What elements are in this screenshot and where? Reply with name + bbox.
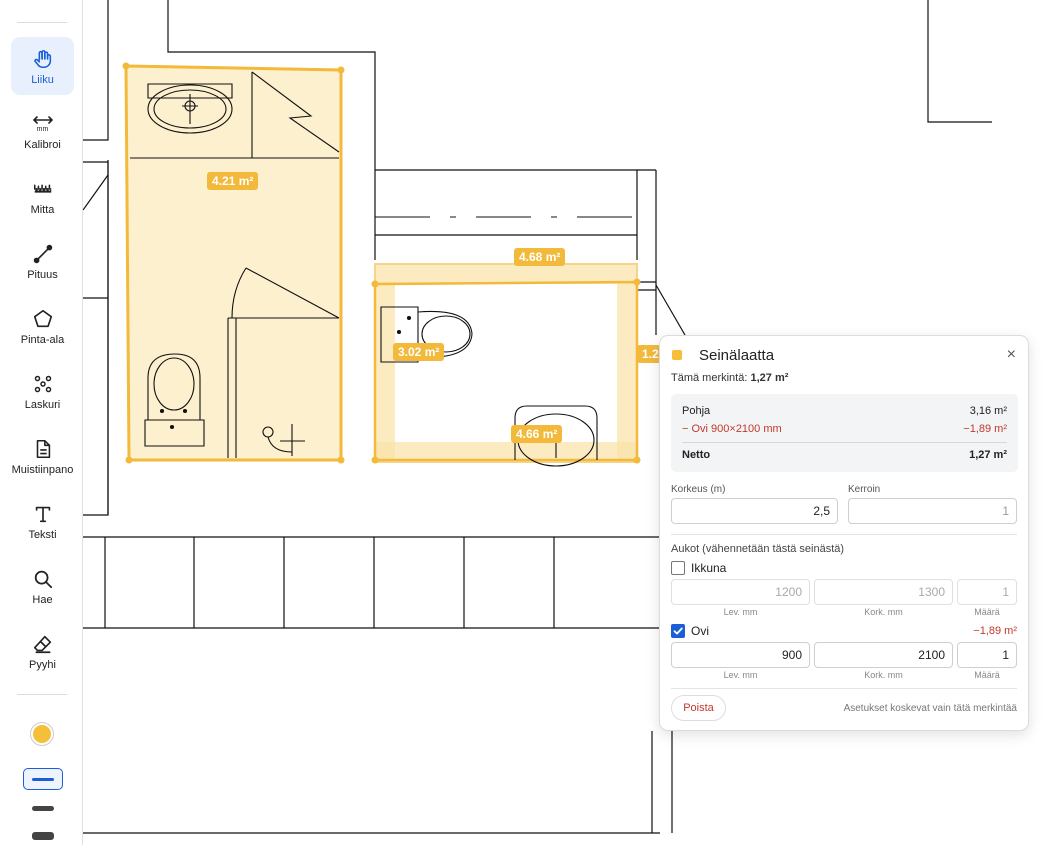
- calc-base-row: Pohja 3,16 m²: [682, 405, 1007, 417]
- area-label-room2-left[interactable]: 3.02 m²: [393, 343, 445, 361]
- tool-move-label: Liiku: [31, 73, 54, 86]
- area-label-room1[interactable]: 4.21 m²: [207, 172, 259, 190]
- window-height-input[interactable]: 1300: [814, 579, 953, 605]
- window-count-input[interactable]: 1: [957, 579, 1017, 605]
- area-label-room2-bottom[interactable]: 4.66 m²: [511, 425, 563, 443]
- color-swatch: [672, 350, 682, 360]
- factor-input[interactable]: 1: [848, 498, 1017, 524]
- tool-calibrate[interactable]: mm Kalibroi: [11, 102, 74, 160]
- calc-net-value: 1,27 m²: [969, 449, 1007, 461]
- tool-area-label: Pinta-ala: [20, 333, 65, 346]
- window-checkbox[interactable]: [671, 561, 685, 575]
- ruler-icon: [31, 177, 55, 201]
- eraser-icon: [31, 632, 55, 656]
- tool-calibrate-label: Kalibroi: [24, 138, 61, 151]
- height-label: Korkeus (m): [671, 484, 726, 495]
- tool-erase[interactable]: Pyyhi: [11, 622, 74, 680]
- window-width-input[interactable]: 1200: [671, 579, 810, 605]
- stroke-medium-button[interactable]: [23, 797, 63, 819]
- divider: [671, 688, 1017, 689]
- settings-note: Asetukset koskevat vain tätä merkintää: [843, 703, 1017, 714]
- calc-door-value: −1,89 m²: [963, 423, 1007, 435]
- check-icon: [673, 627, 683, 635]
- text-icon: [31, 502, 55, 526]
- calc-base-label: Pohja: [682, 405, 711, 417]
- calc-net-row: Netto 1,27 m²: [682, 449, 1007, 461]
- door-width-input[interactable]: 900: [671, 642, 810, 668]
- tool-counter[interactable]: Laskuri: [11, 362, 74, 420]
- stroke-thick-button[interactable]: [23, 825, 63, 845]
- tool-move[interactable]: Liiku: [11, 37, 74, 95]
- tool-note-label: Muistiinpano: [11, 463, 74, 476]
- tool-search-label: Hae: [32, 593, 53, 606]
- calibrate-unit: mm: [36, 126, 49, 133]
- height-input[interactable]: 2,5: [671, 498, 838, 524]
- marking-summary: Tämä merkintä: 1,27 m²: [671, 372, 788, 384]
- panel-title: Seinälaatta: [699, 347, 775, 364]
- tool-area[interactable]: Pinta-ala: [11, 297, 74, 355]
- door-label[interactable]: Ovi: [691, 624, 709, 638]
- tool-length[interactable]: Pituus: [11, 232, 74, 290]
- note-icon: [31, 437, 55, 461]
- window-width-caption: Lev. mm: [723, 607, 758, 617]
- tool-search[interactable]: Hae: [11, 557, 74, 615]
- properties-panel: Seinälaatta × Tämä merkintä: 1,27 m² Poh…: [659, 335, 1029, 731]
- factor-label: Kerroin: [848, 484, 881, 495]
- summary-value: 1,27 m²: [750, 372, 789, 384]
- divider: [671, 534, 1017, 535]
- door-width-caption: Lev. mm: [723, 670, 758, 680]
- calibrate-icon: mm: [31, 112, 55, 136]
- tool-note[interactable]: Muistiinpano: [11, 427, 74, 485]
- openings-title: Aukot (vähennetään tästä seinästä): [671, 543, 845, 555]
- tool-measure-label: Mitta: [30, 203, 55, 216]
- window-height-caption: Kork. mm: [864, 607, 903, 617]
- tool-erase-label: Pyyhi: [29, 658, 56, 671]
- window-label[interactable]: Ikkuna: [691, 561, 726, 575]
- dots-icon: [31, 372, 55, 396]
- search-icon: [31, 567, 55, 591]
- calc-divider: [682, 442, 1007, 443]
- door-count-input[interactable]: 1: [957, 642, 1017, 668]
- tool-text-label: Teksti: [28, 528, 57, 541]
- calc-door-row: − Ovi 900×2100 mm −1,89 m²: [682, 423, 1007, 435]
- delete-button[interactable]: Poista: [671, 695, 726, 721]
- door-deduct-value: −1,89 m²: [973, 625, 1017, 637]
- color-picker-swatch[interactable]: [31, 723, 53, 745]
- door-height-caption: Kork. mm: [864, 670, 903, 680]
- door-height-input[interactable]: 2100: [814, 642, 953, 668]
- calc-base-value: 3,16 m²: [969, 405, 1007, 417]
- close-icon[interactable]: ×: [1007, 346, 1016, 364]
- tool-text[interactable]: Teksti: [11, 492, 74, 550]
- door-count-caption: Määrä: [974, 670, 1000, 680]
- door-checkbox[interactable]: [671, 624, 685, 638]
- tool-length-label: Pituus: [27, 268, 58, 281]
- summary-label: Tämä merkintä:: [671, 372, 748, 384]
- tool-counter-label: Laskuri: [24, 398, 61, 411]
- calculation-box: Pohja 3,16 m² − Ovi 900×2100 mm −1,89 m²…: [671, 394, 1018, 472]
- calc-door-label: − Ovi 900×2100 mm: [682, 423, 782, 435]
- tool-measure[interactable]: Mitta: [11, 167, 74, 225]
- calc-net-label: Netto: [682, 449, 711, 461]
- line-icon: [31, 242, 55, 266]
- toolbar-divider-bottom: [17, 694, 67, 695]
- toolbar-divider-top: [17, 22, 67, 23]
- area-label-room2-top[interactable]: 4.68 m²: [514, 248, 566, 266]
- window-count-caption: Määrä: [974, 607, 1000, 617]
- stroke-thin-button[interactable]: [23, 768, 63, 790]
- polygon-icon: [31, 307, 55, 331]
- toolbar: Liiku mm Kalibroi Mitta Pituus Pinta-ala…: [0, 0, 83, 845]
- hand-icon: [31, 47, 55, 71]
